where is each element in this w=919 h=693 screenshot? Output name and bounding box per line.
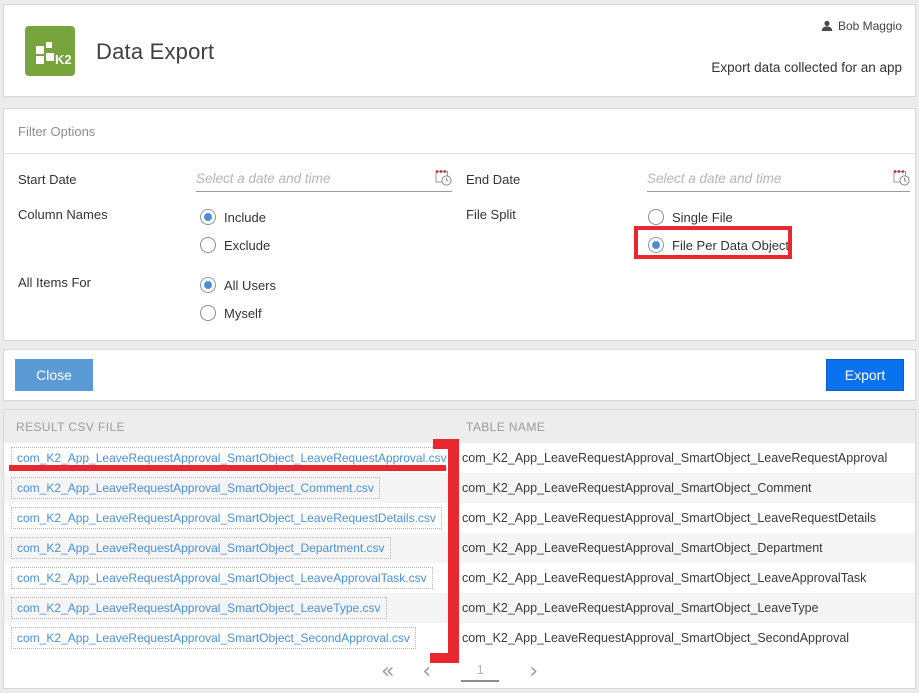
current-page-number[interactable]: 1 xyxy=(461,662,499,682)
radio-button-checked[interactable] xyxy=(200,209,216,225)
pagination: « ‹ 1 › xyxy=(4,655,915,689)
csv-file-link[interactable]: com_K2_App_LeaveRequestApproval_SmartObj… xyxy=(11,477,380,499)
radio-include[interactable]: Include xyxy=(200,209,266,225)
radio-button-checked[interactable] xyxy=(200,277,216,293)
table-name-cell: com_K2_App_LeaveRequestApproval_SmartObj… xyxy=(462,451,887,465)
table-name-cell: com_K2_App_LeaveRequestApproval_SmartObj… xyxy=(462,541,823,555)
svg-text:K2: K2 xyxy=(55,52,72,67)
user-icon xyxy=(821,20,833,32)
table-row: com_K2_App_LeaveRequestApproval_SmartObj… xyxy=(4,533,915,563)
filter-options-title: Filter Options xyxy=(18,124,95,139)
radio-button[interactable] xyxy=(200,237,216,253)
page-title: Data Export xyxy=(96,39,214,65)
next-page-icon[interactable]: › xyxy=(529,662,538,682)
table-name-cell: com_K2_App_LeaveRequestApproval_SmartObj… xyxy=(462,631,849,645)
section-divider xyxy=(4,153,915,154)
first-page-icon[interactable]: « xyxy=(381,662,392,682)
header-panel: K2 Data Export Bob Maggio Export data co… xyxy=(3,4,916,97)
csv-file-link[interactable]: com_K2_App_LeaveRequestApproval_SmartObj… xyxy=(11,627,416,649)
csv-file-link[interactable]: com_K2_App_LeaveRequestApproval_SmartObj… xyxy=(11,597,387,619)
table-row: com_K2_App_LeaveRequestApproval_SmartObj… xyxy=(4,443,915,473)
radio-all-users[interactable]: All Users xyxy=(200,277,276,293)
table-header-row: RESULT CSV FILE TABLE NAME xyxy=(4,410,915,443)
table-name-cell: com_K2_App_LeaveRequestApproval_SmartObj… xyxy=(462,481,812,495)
start-date-input[interactable] xyxy=(196,167,430,189)
start-date-label: Start Date xyxy=(18,172,77,187)
column-header-table-name: TABLE NAME xyxy=(466,420,545,434)
radio-button[interactable] xyxy=(200,305,216,321)
radio-myself[interactable]: Myself xyxy=(200,305,262,321)
radio-single-file[interactable]: Single File xyxy=(648,209,733,225)
end-date-label: End Date xyxy=(466,172,520,187)
start-date-field[interactable] xyxy=(196,167,452,192)
results-table-panel: RESULT CSV FILE TABLE NAME com_K2_App_Le… xyxy=(3,409,916,689)
table-name-cell: com_K2_App_LeaveRequestApproval_SmartObj… xyxy=(462,511,876,525)
csv-file-link[interactable]: com_K2_App_LeaveRequestApproval_SmartObj… xyxy=(11,537,391,559)
table-row: com_K2_App_LeaveRequestApproval_SmartObj… xyxy=(4,473,915,503)
end-date-input[interactable] xyxy=(647,167,888,189)
table-row: com_K2_App_LeaveRequestApproval_SmartObj… xyxy=(4,563,915,593)
export-button[interactable]: Export xyxy=(826,359,904,391)
k2-logo: K2 xyxy=(25,26,75,76)
calendar-clock-icon[interactable] xyxy=(435,169,452,186)
file-split-label: File Split xyxy=(466,207,516,222)
table-row: com_K2_App_LeaveRequestApproval_SmartObj… xyxy=(4,503,915,533)
column-header-result-csv-file: RESULT CSV FILE xyxy=(16,420,466,434)
table-row: com_K2_App_LeaveRequestApproval_SmartObj… xyxy=(4,593,915,623)
radio-exclude[interactable]: Exclude xyxy=(200,237,270,253)
k2-logo-icon: K2 xyxy=(25,26,75,76)
actions-panel: Close Export xyxy=(3,349,916,401)
table-name-cell: com_K2_App_LeaveRequestApproval_SmartObj… xyxy=(462,601,818,615)
end-date-field[interactable] xyxy=(647,167,910,192)
user-menu[interactable]: Bob Maggio xyxy=(821,19,902,33)
calendar-clock-icon[interactable] xyxy=(893,169,910,186)
filter-options-panel: Filter Options Start Date End Date Colum… xyxy=(3,108,916,341)
all-items-for-label: All Items For xyxy=(18,275,91,290)
close-button[interactable]: Close xyxy=(15,359,93,391)
table-name-cell: com_K2_App_LeaveRequestApproval_SmartObj… xyxy=(462,571,866,585)
column-names-label: Column Names xyxy=(18,207,108,222)
header-subtitle: Export data collected for an app xyxy=(711,60,902,75)
previous-page-icon[interactable]: ‹ xyxy=(422,662,431,682)
csv-file-link[interactable]: com_K2_App_LeaveRequestApproval_SmartObj… xyxy=(11,447,453,469)
csv-file-link[interactable]: com_K2_App_LeaveRequestApproval_SmartObj… xyxy=(11,567,433,589)
radio-button[interactable] xyxy=(648,209,664,225)
csv-file-link[interactable]: com_K2_App_LeaveRequestApproval_SmartObj… xyxy=(11,507,442,529)
radio-button-checked[interactable] xyxy=(648,237,664,253)
table-row: com_K2_App_LeaveRequestApproval_SmartObj… xyxy=(4,623,915,653)
radio-file-per-data-object[interactable]: File Per Data Object xyxy=(648,237,789,253)
user-name: Bob Maggio xyxy=(838,19,902,33)
